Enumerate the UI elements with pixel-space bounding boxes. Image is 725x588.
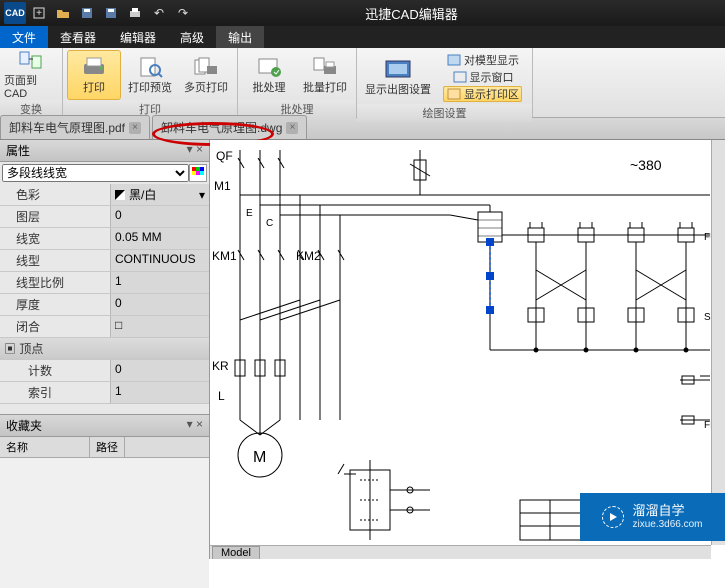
batch-print-button[interactable]: 批量打印 (298, 50, 352, 100)
favorites-panel: 收藏夹▾ × 名称 路径 (0, 414, 209, 588)
svg-text:E: E (246, 208, 253, 219)
play-icon (602, 506, 624, 528)
svg-text:M: M (253, 449, 266, 466)
vertical-scrollbar[interactable] (711, 140, 725, 545)
svg-text:KM1: KM1 (212, 249, 237, 263)
properties-title: 属性 ▾ × (0, 140, 209, 162)
brand-watermark: 溜溜自学 zixue.3d66.com (580, 493, 725, 541)
svg-text:KM2: KM2 (296, 249, 321, 263)
prop-row[interactable]: 图层0 (0, 206, 209, 228)
show-window-button[interactable]: 显示窗口 (443, 69, 522, 85)
ribbon-group-plot: 显示出图设置 对模型显示 显示窗口 显示打印区 绘图设置 (357, 48, 533, 117)
svg-text:QF: QF (216, 149, 233, 163)
prop-row[interactable]: 线宽0.05 MM (0, 228, 209, 250)
prop-row-color[interactable]: 色彩 黑/白▾ (0, 184, 209, 206)
properties-panel: 属性 ▾ × 多段线线宽 色彩 黑/白▾ 图层0线宽0.05 MM线型CONTI… (0, 140, 210, 559)
svg-text:M1: M1 (214, 179, 231, 193)
tab-output[interactable]: 输出 (216, 26, 264, 48)
close-icon[interactable]: × (129, 122, 141, 134)
plot-settings-button[interactable]: 显示出图设置 (361, 52, 435, 102)
group-label-plot: 绘图设置 (357, 104, 532, 122)
ribbon: 页面到 CAD 变换 打印 打印预览 多页打印 打印 批处理 (0, 48, 725, 118)
print-button[interactable]: 打印 (67, 50, 121, 100)
doctab-pdf[interactable]: 卸料车电气原理图.pdf × (0, 115, 150, 139)
swatch-icon (115, 190, 125, 200)
prop-row[interactable]: 索引1 (0, 382, 209, 404)
svg-text:KR: KR (212, 359, 229, 373)
palette-icon[interactable] (189, 164, 207, 182)
app-icon[interactable]: CAD (4, 2, 26, 24)
tab-editor[interactable]: 编辑器 (108, 26, 168, 48)
prop-row[interactable]: 计数0 (0, 360, 209, 382)
quick-access-toolbar: CAD + ↶ ↷ (0, 2, 198, 24)
prop-row[interactable]: 闭合□ (0, 316, 209, 338)
multi-print-button[interactable]: 多页打印 (179, 50, 233, 100)
open-icon[interactable] (52, 2, 74, 24)
tab-viewer[interactable]: 查看器 (48, 26, 108, 48)
selection-type-select[interactable]: 多段线线宽 (2, 164, 189, 182)
horizontal-scrollbar[interactable]: Model (210, 545, 711, 559)
menu-tabs: 文件 查看器 编辑器 高级 输出 (0, 26, 725, 48)
redo-icon[interactable]: ↷ (172, 2, 194, 24)
doctab-dwg[interactable]: 卸料车电气原理图.dwg × (152, 115, 307, 139)
new-icon[interactable]: + (28, 2, 50, 24)
panel-collapse-icon[interactable]: ▾ × (187, 417, 203, 434)
show-plot-area-button[interactable]: 显示打印区 (443, 86, 522, 102)
batch-button[interactable]: 批处理 (242, 50, 296, 100)
prop-row[interactable]: 厚度0 (0, 294, 209, 316)
ribbon-group-batch: 批处理 批量打印 批处理 (238, 48, 357, 117)
svg-text:C: C (266, 218, 273, 229)
ribbon-group-transform: 页面到 CAD 变换 (0, 48, 63, 117)
svg-text:+: + (36, 8, 42, 19)
saveas-icon[interactable] (100, 2, 122, 24)
selection-combo[interactable]: 多段线线宽 (2, 164, 207, 182)
save-icon[interactable] (76, 2, 98, 24)
svg-text:~380: ~380 (630, 157, 662, 173)
titlebar: CAD + ↶ ↷ 迅捷CAD编辑器 (0, 0, 725, 26)
prop-row[interactable]: 线型比例1 (0, 272, 209, 294)
app-title: 迅捷CAD编辑器 (198, 4, 725, 23)
undo-icon[interactable]: ↶ (148, 2, 170, 24)
prop-section-vertex[interactable]: ▣ 顶点 (0, 338, 209, 360)
page-to-cad-button[interactable]: 页面到 CAD (4, 50, 58, 100)
svg-text:L: L (218, 389, 225, 403)
favorites-header: 名称 路径 (0, 437, 209, 458)
panel-collapse-icon[interactable]: ▾ × (187, 142, 203, 159)
prop-row[interactable]: 线型CONTINUOUS (0, 250, 209, 272)
print-qat-icon[interactable] (124, 2, 146, 24)
model-display-button[interactable]: 对模型显示 (443, 52, 522, 68)
print-preview-button[interactable]: 打印预览 (123, 50, 177, 100)
model-tab[interactable]: Model (212, 546, 260, 560)
favorites-list[interactable] (0, 458, 209, 588)
close-icon[interactable]: × (286, 122, 298, 134)
tab-file[interactable]: 文件 (0, 26, 48, 48)
ribbon-group-print: 打印 打印预览 多页打印 打印 (63, 48, 238, 117)
tab-advanced[interactable]: 高级 (168, 26, 216, 48)
